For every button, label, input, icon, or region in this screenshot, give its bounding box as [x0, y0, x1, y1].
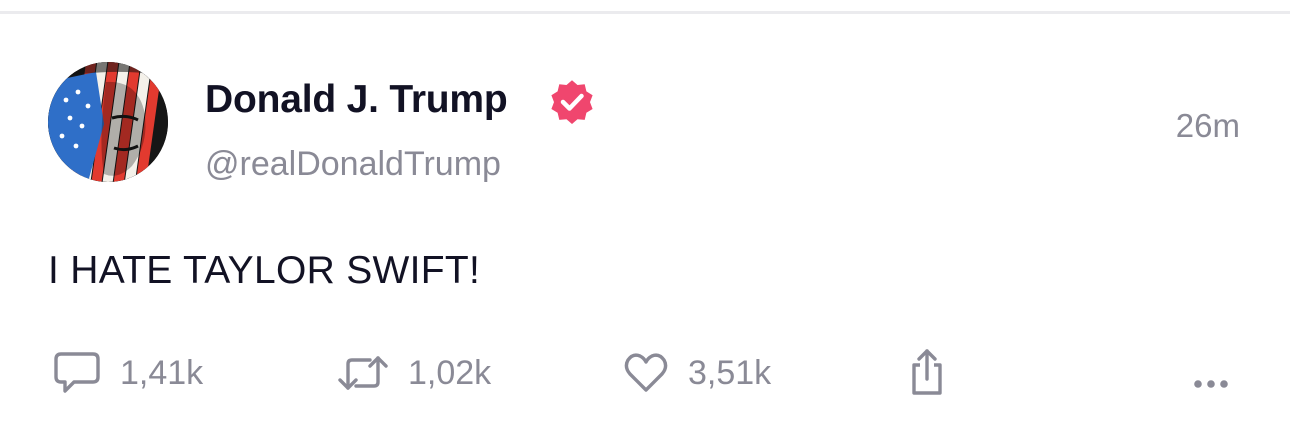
avatar[interactable]: [48, 62, 168, 182]
flag-portrait-avatar-icon: [48, 62, 168, 182]
post-body-text: I HATE TAYLOR SWIFT!: [48, 249, 481, 292]
like-button[interactable]: 3,51k: [622, 347, 771, 399]
share-button[interactable]: [904, 347, 950, 399]
post-card: Donald J. Trump @realDonaldTrump 26m I H…: [0, 0, 1290, 427]
like-count: 3,51k: [688, 353, 772, 392]
share-icon: [912, 349, 942, 395]
repost-count: 1,02k: [408, 353, 492, 392]
post-timestamp[interactable]: 26m: [1176, 107, 1240, 145]
author-display-name[interactable]: Donald J. Trump: [205, 78, 508, 122]
reply-count: 1,41k: [120, 353, 204, 392]
verified-badge-icon: [547, 77, 597, 127]
speech-bubble-icon: [54, 352, 100, 393]
heart-icon: [624, 353, 668, 392]
repost-arrows-icon: [338, 356, 388, 390]
more-options-button[interactable]: [1192, 358, 1232, 410]
author-handle[interactable]: @realDonaldTrump: [205, 145, 501, 184]
reply-button[interactable]: 1,41k: [52, 347, 203, 399]
ellipsis-icon: [1194, 380, 1228, 388]
repost-button[interactable]: 1,02k: [336, 347, 491, 399]
